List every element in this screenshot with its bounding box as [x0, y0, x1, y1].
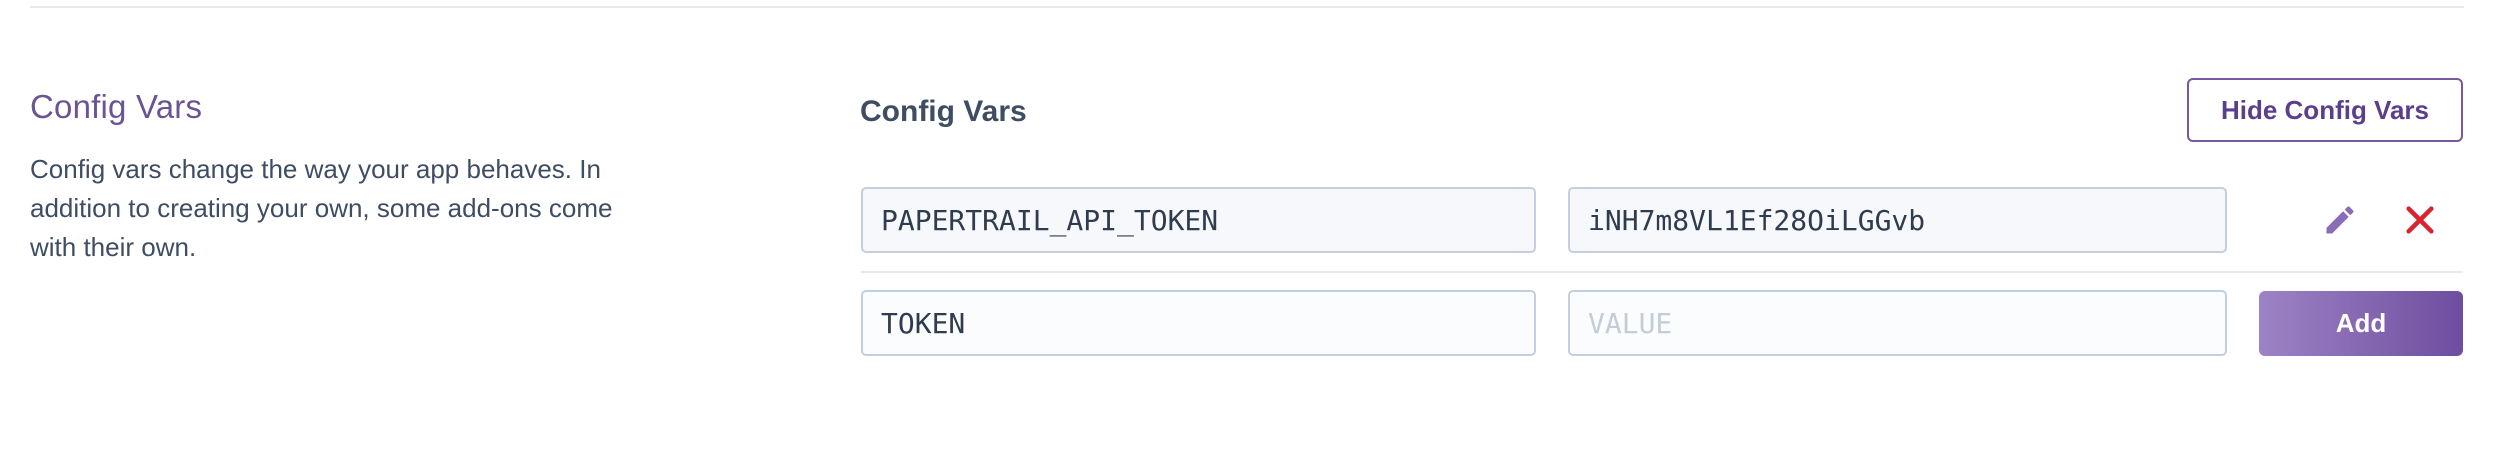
config-var-value-field[interactable]: iNH7m8VL1Ef28OiLGGvb: [1568, 187, 2227, 253]
config-var-value-text: iNH7m8VL1Ef28OiLGGvb: [1588, 203, 1926, 237]
config-var-key-text: PAPERTRAIL_API_TOKEN: [881, 203, 1219, 237]
edit-config-var-button[interactable]: [2316, 196, 2364, 244]
config-vars-page: Config Vars Config vars change the way y…: [0, 0, 2518, 450]
panel-heading: Config Vars: [860, 95, 1027, 128]
new-key-input[interactable]: TOKEN: [861, 290, 1536, 356]
row-divider: [861, 271, 2463, 273]
new-value-input[interactable]: VALUE: [1568, 290, 2227, 356]
top-divider: [30, 6, 2464, 8]
delete-config-var-button[interactable]: [2396, 196, 2444, 244]
add-config-var-button[interactable]: Add: [2259, 291, 2463, 356]
pencil-icon: [2326, 206, 2354, 234]
config-var-key-field[interactable]: PAPERTRAIL_API_TOKEN: [861, 187, 1536, 253]
hide-config-vars-button[interactable]: Hide Config Vars: [2187, 78, 2463, 142]
close-x-icon: [2406, 206, 2434, 234]
section-description: Config vars change the way your app beha…: [30, 154, 613, 262]
new-key-text: TOKEN: [881, 306, 966, 340]
new-value-placeholder: VALUE: [1588, 306, 1673, 340]
section-title: Config Vars: [30, 88, 203, 125]
